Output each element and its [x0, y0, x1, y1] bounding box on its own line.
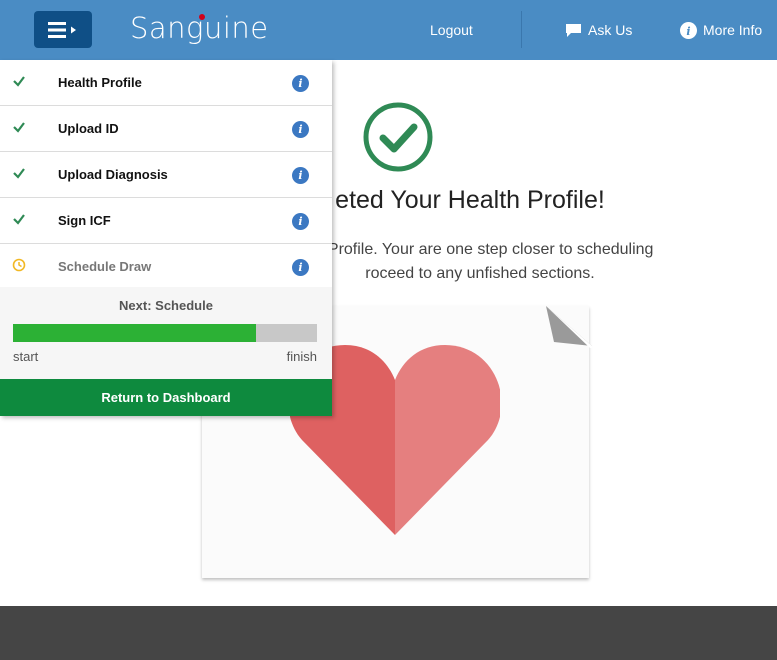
success-check-icon — [363, 102, 433, 172]
footer — [0, 606, 777, 660]
info-icon[interactable]: i — [292, 75, 309, 92]
progress-start-label: start — [13, 349, 39, 364]
menu-item-schedule-draw[interactable]: Schedule Draw i — [0, 244, 332, 290]
logo-dot — [199, 14, 205, 20]
page-curl-icon — [546, 306, 592, 348]
menu-item-label: Sign ICF — [58, 213, 111, 228]
more-info-label: More Info — [703, 22, 763, 38]
menu-item-upload-id[interactable]: Upload ID i — [0, 106, 332, 152]
ask-us-link[interactable]: Ask Us — [565, 0, 632, 60]
nav-divider — [521, 11, 522, 48]
check-icon — [13, 168, 25, 179]
info-circle-icon: i — [680, 21, 697, 39]
progress-bar-fill — [13, 324, 257, 342]
info-icon[interactable]: i — [292, 167, 309, 184]
menu-item-health-profile[interactable]: Health Profile i — [0, 60, 332, 106]
menu-toggle-button[interactable] — [34, 11, 92, 48]
menu-item-label: Upload Diagnosis — [58, 167, 168, 182]
menu-item-label: Health Profile — [58, 75, 142, 90]
logout-link[interactable]: Logout — [430, 0, 473, 60]
menu-item-upload-diagnosis[interactable]: Upload Diagnosis i — [0, 152, 332, 198]
return-to-dashboard-button[interactable]: Return to Dashboard — [0, 379, 332, 416]
menu-item-sign-icf[interactable]: Sign ICF i — [0, 198, 332, 244]
check-icon — [13, 214, 25, 225]
progress-finish-label: finish — [286, 349, 317, 364]
svg-text:i: i — [686, 25, 690, 38]
info-icon[interactable]: i — [292, 121, 309, 138]
hamburger-icon — [48, 21, 76, 38]
clock-icon — [12, 258, 26, 272]
more-info-link[interactable]: i More Info — [680, 0, 762, 60]
check-icon — [13, 76, 25, 87]
logo[interactable]: Sanguine — [130, 6, 269, 50]
progress-menu-panel: Health Profile i Upload ID i Upload Diag… — [0, 60, 332, 416]
info-icon[interactable]: i — [292, 259, 309, 276]
info-icon[interactable]: i — [292, 213, 309, 230]
menu-item-label: Upload ID — [58, 121, 119, 136]
app-header: Sanguine Logout Ask Us i More Info — [0, 0, 777, 60]
menu-item-label: Schedule Draw — [58, 259, 152, 274]
progress-section: Next: Schedule start finish — [0, 287, 332, 379]
next-step-label: Next: Schedule — [119, 298, 213, 313]
ask-us-label: Ask Us — [588, 22, 633, 38]
progress-bar — [13, 324, 317, 342]
logout-label: Logout — [430, 22, 473, 38]
check-icon — [13, 122, 25, 133]
chat-bubble-icon — [566, 23, 581, 37]
